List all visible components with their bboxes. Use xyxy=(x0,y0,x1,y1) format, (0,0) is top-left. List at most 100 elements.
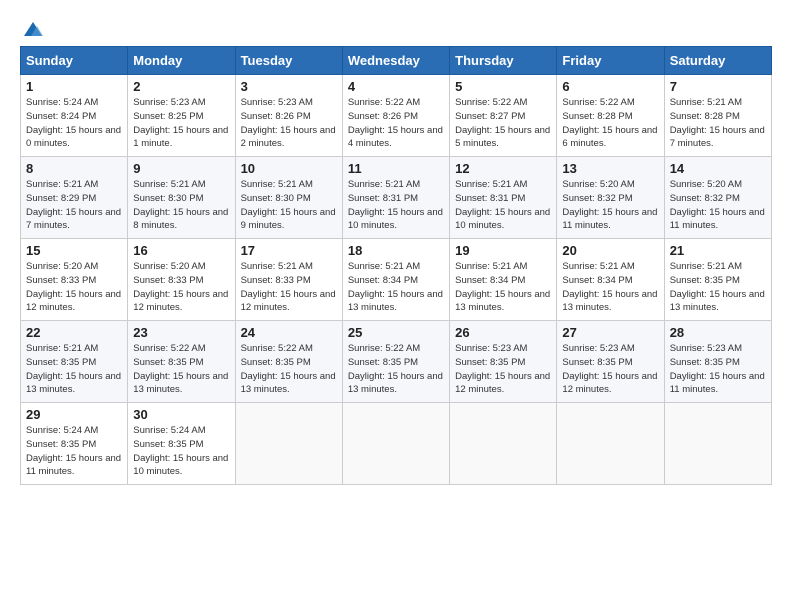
day-number: 22 xyxy=(26,325,122,340)
calendar-cell: 22 Sunrise: 5:21 AMSunset: 8:35 PMDaylig… xyxy=(21,321,128,403)
calendar-cell: 21 Sunrise: 5:21 AMSunset: 8:35 PMDaylig… xyxy=(664,239,771,321)
calendar-cell: 5 Sunrise: 5:22 AMSunset: 8:27 PMDayligh… xyxy=(450,75,557,157)
calendar-cell: 19 Sunrise: 5:21 AMSunset: 8:34 PMDaylig… xyxy=(450,239,557,321)
day-number: 1 xyxy=(26,79,122,94)
day-info: Sunrise: 5:21 AMSunset: 8:34 PMDaylight:… xyxy=(562,261,657,313)
calendar-cell: 18 Sunrise: 5:21 AMSunset: 8:34 PMDaylig… xyxy=(342,239,449,321)
day-info: Sunrise: 5:22 AMSunset: 8:28 PMDaylight:… xyxy=(562,97,657,149)
day-number: 13 xyxy=(562,161,658,176)
calendar-cell: 1 Sunrise: 5:24 AMSunset: 8:24 PMDayligh… xyxy=(21,75,128,157)
day-number: 4 xyxy=(348,79,444,94)
day-info: Sunrise: 5:21 AMSunset: 8:30 PMDaylight:… xyxy=(133,179,228,231)
day-number: 9 xyxy=(133,161,229,176)
col-header-friday: Friday xyxy=(557,47,664,75)
day-number: 27 xyxy=(562,325,658,340)
day-info: Sunrise: 5:23 AMSunset: 8:35 PMDaylight:… xyxy=(562,343,657,395)
calendar-cell: 28 Sunrise: 5:23 AMSunset: 8:35 PMDaylig… xyxy=(664,321,771,403)
calendar-cell: 11 Sunrise: 5:21 AMSunset: 8:31 PMDaylig… xyxy=(342,157,449,239)
calendar-cell: 3 Sunrise: 5:23 AMSunset: 8:26 PMDayligh… xyxy=(235,75,342,157)
calendar-cell: 13 Sunrise: 5:20 AMSunset: 8:32 PMDaylig… xyxy=(557,157,664,239)
day-number: 30 xyxy=(133,407,229,422)
day-number: 3 xyxy=(241,79,337,94)
calendar-cell: 6 Sunrise: 5:22 AMSunset: 8:28 PMDayligh… xyxy=(557,75,664,157)
day-info: Sunrise: 5:21 AMSunset: 8:35 PMDaylight:… xyxy=(670,261,765,313)
day-info: Sunrise: 5:24 AMSunset: 8:35 PMDaylight:… xyxy=(133,425,228,477)
day-info: Sunrise: 5:24 AMSunset: 8:35 PMDaylight:… xyxy=(26,425,121,477)
day-number: 19 xyxy=(455,243,551,258)
day-number: 2 xyxy=(133,79,229,94)
col-header-wednesday: Wednesday xyxy=(342,47,449,75)
day-info: Sunrise: 5:22 AMSunset: 8:35 PMDaylight:… xyxy=(348,343,443,395)
day-number: 29 xyxy=(26,407,122,422)
col-header-sunday: Sunday xyxy=(21,47,128,75)
week-row-4: 22 Sunrise: 5:21 AMSunset: 8:35 PMDaylig… xyxy=(21,321,772,403)
day-info: Sunrise: 5:21 AMSunset: 8:34 PMDaylight:… xyxy=(348,261,443,313)
week-row-1: 1 Sunrise: 5:24 AMSunset: 8:24 PMDayligh… xyxy=(21,75,772,157)
calendar-cell xyxy=(342,403,449,485)
day-info: Sunrise: 5:20 AMSunset: 8:32 PMDaylight:… xyxy=(562,179,657,231)
day-info: Sunrise: 5:24 AMSunset: 8:24 PMDaylight:… xyxy=(26,97,121,149)
col-header-monday: Monday xyxy=(128,47,235,75)
day-number: 15 xyxy=(26,243,122,258)
day-number: 20 xyxy=(562,243,658,258)
week-row-5: 29 Sunrise: 5:24 AMSunset: 8:35 PMDaylig… xyxy=(21,403,772,485)
calendar-cell: 15 Sunrise: 5:20 AMSunset: 8:33 PMDaylig… xyxy=(21,239,128,321)
calendar-cell: 12 Sunrise: 5:21 AMSunset: 8:31 PMDaylig… xyxy=(450,157,557,239)
col-header-thursday: Thursday xyxy=(450,47,557,75)
calendar-cell xyxy=(450,403,557,485)
calendar-cell: 20 Sunrise: 5:21 AMSunset: 8:34 PMDaylig… xyxy=(557,239,664,321)
day-number: 12 xyxy=(455,161,551,176)
day-info: Sunrise: 5:23 AMSunset: 8:35 PMDaylight:… xyxy=(670,343,765,395)
calendar-cell: 7 Sunrise: 5:21 AMSunset: 8:28 PMDayligh… xyxy=(664,75,771,157)
calendar-cell: 16 Sunrise: 5:20 AMSunset: 8:33 PMDaylig… xyxy=(128,239,235,321)
day-info: Sunrise: 5:21 AMSunset: 8:28 PMDaylight:… xyxy=(670,97,765,149)
day-info: Sunrise: 5:20 AMSunset: 8:33 PMDaylight:… xyxy=(133,261,228,313)
calendar-cell: 29 Sunrise: 5:24 AMSunset: 8:35 PMDaylig… xyxy=(21,403,128,485)
calendar-cell: 9 Sunrise: 5:21 AMSunset: 8:30 PMDayligh… xyxy=(128,157,235,239)
calendar-cell: 8 Sunrise: 5:21 AMSunset: 8:29 PMDayligh… xyxy=(21,157,128,239)
calendar-cell: 4 Sunrise: 5:22 AMSunset: 8:26 PMDayligh… xyxy=(342,75,449,157)
day-number: 8 xyxy=(26,161,122,176)
day-info: Sunrise: 5:20 AMSunset: 8:33 PMDaylight:… xyxy=(26,261,121,313)
day-info: Sunrise: 5:23 AMSunset: 8:26 PMDaylight:… xyxy=(241,97,336,149)
day-info: Sunrise: 5:21 AMSunset: 8:31 PMDaylight:… xyxy=(348,179,443,231)
calendar-cell: 2 Sunrise: 5:23 AMSunset: 8:25 PMDayligh… xyxy=(128,75,235,157)
calendar-cell xyxy=(664,403,771,485)
day-info: Sunrise: 5:21 AMSunset: 8:30 PMDaylight:… xyxy=(241,179,336,231)
day-info: Sunrise: 5:22 AMSunset: 8:35 PMDaylight:… xyxy=(133,343,228,395)
header xyxy=(20,18,772,36)
day-info: Sunrise: 5:20 AMSunset: 8:32 PMDaylight:… xyxy=(670,179,765,231)
day-number: 21 xyxy=(670,243,766,258)
calendar-cell: 24 Sunrise: 5:22 AMSunset: 8:35 PMDaylig… xyxy=(235,321,342,403)
day-info: Sunrise: 5:21 AMSunset: 8:34 PMDaylight:… xyxy=(455,261,550,313)
day-number: 28 xyxy=(670,325,766,340)
week-row-3: 15 Sunrise: 5:20 AMSunset: 8:33 PMDaylig… xyxy=(21,239,772,321)
day-number: 16 xyxy=(133,243,229,258)
day-number: 7 xyxy=(670,79,766,94)
page: SundayMondayTuesdayWednesdayThursdayFrid… xyxy=(0,0,792,612)
day-info: Sunrise: 5:22 AMSunset: 8:27 PMDaylight:… xyxy=(455,97,550,149)
day-info: Sunrise: 5:22 AMSunset: 8:35 PMDaylight:… xyxy=(241,343,336,395)
calendar-cell: 25 Sunrise: 5:22 AMSunset: 8:35 PMDaylig… xyxy=(342,321,449,403)
day-info: Sunrise: 5:21 AMSunset: 8:29 PMDaylight:… xyxy=(26,179,121,231)
day-info: Sunrise: 5:23 AMSunset: 8:35 PMDaylight:… xyxy=(455,343,550,395)
day-number: 25 xyxy=(348,325,444,340)
day-number: 5 xyxy=(455,79,551,94)
day-number: 11 xyxy=(348,161,444,176)
calendar-cell: 14 Sunrise: 5:20 AMSunset: 8:32 PMDaylig… xyxy=(664,157,771,239)
logo xyxy=(20,18,44,36)
col-header-saturday: Saturday xyxy=(664,47,771,75)
calendar-cell: 27 Sunrise: 5:23 AMSunset: 8:35 PMDaylig… xyxy=(557,321,664,403)
day-number: 14 xyxy=(670,161,766,176)
day-number: 26 xyxy=(455,325,551,340)
calendar-table: SundayMondayTuesdayWednesdayThursdayFrid… xyxy=(20,46,772,485)
day-number: 17 xyxy=(241,243,337,258)
day-number: 24 xyxy=(241,325,337,340)
day-info: Sunrise: 5:21 AMSunset: 8:33 PMDaylight:… xyxy=(241,261,336,313)
calendar-cell: 23 Sunrise: 5:22 AMSunset: 8:35 PMDaylig… xyxy=(128,321,235,403)
week-row-2: 8 Sunrise: 5:21 AMSunset: 8:29 PMDayligh… xyxy=(21,157,772,239)
calendar-cell xyxy=(557,403,664,485)
day-number: 18 xyxy=(348,243,444,258)
day-number: 23 xyxy=(133,325,229,340)
calendar-cell: 30 Sunrise: 5:24 AMSunset: 8:35 PMDaylig… xyxy=(128,403,235,485)
